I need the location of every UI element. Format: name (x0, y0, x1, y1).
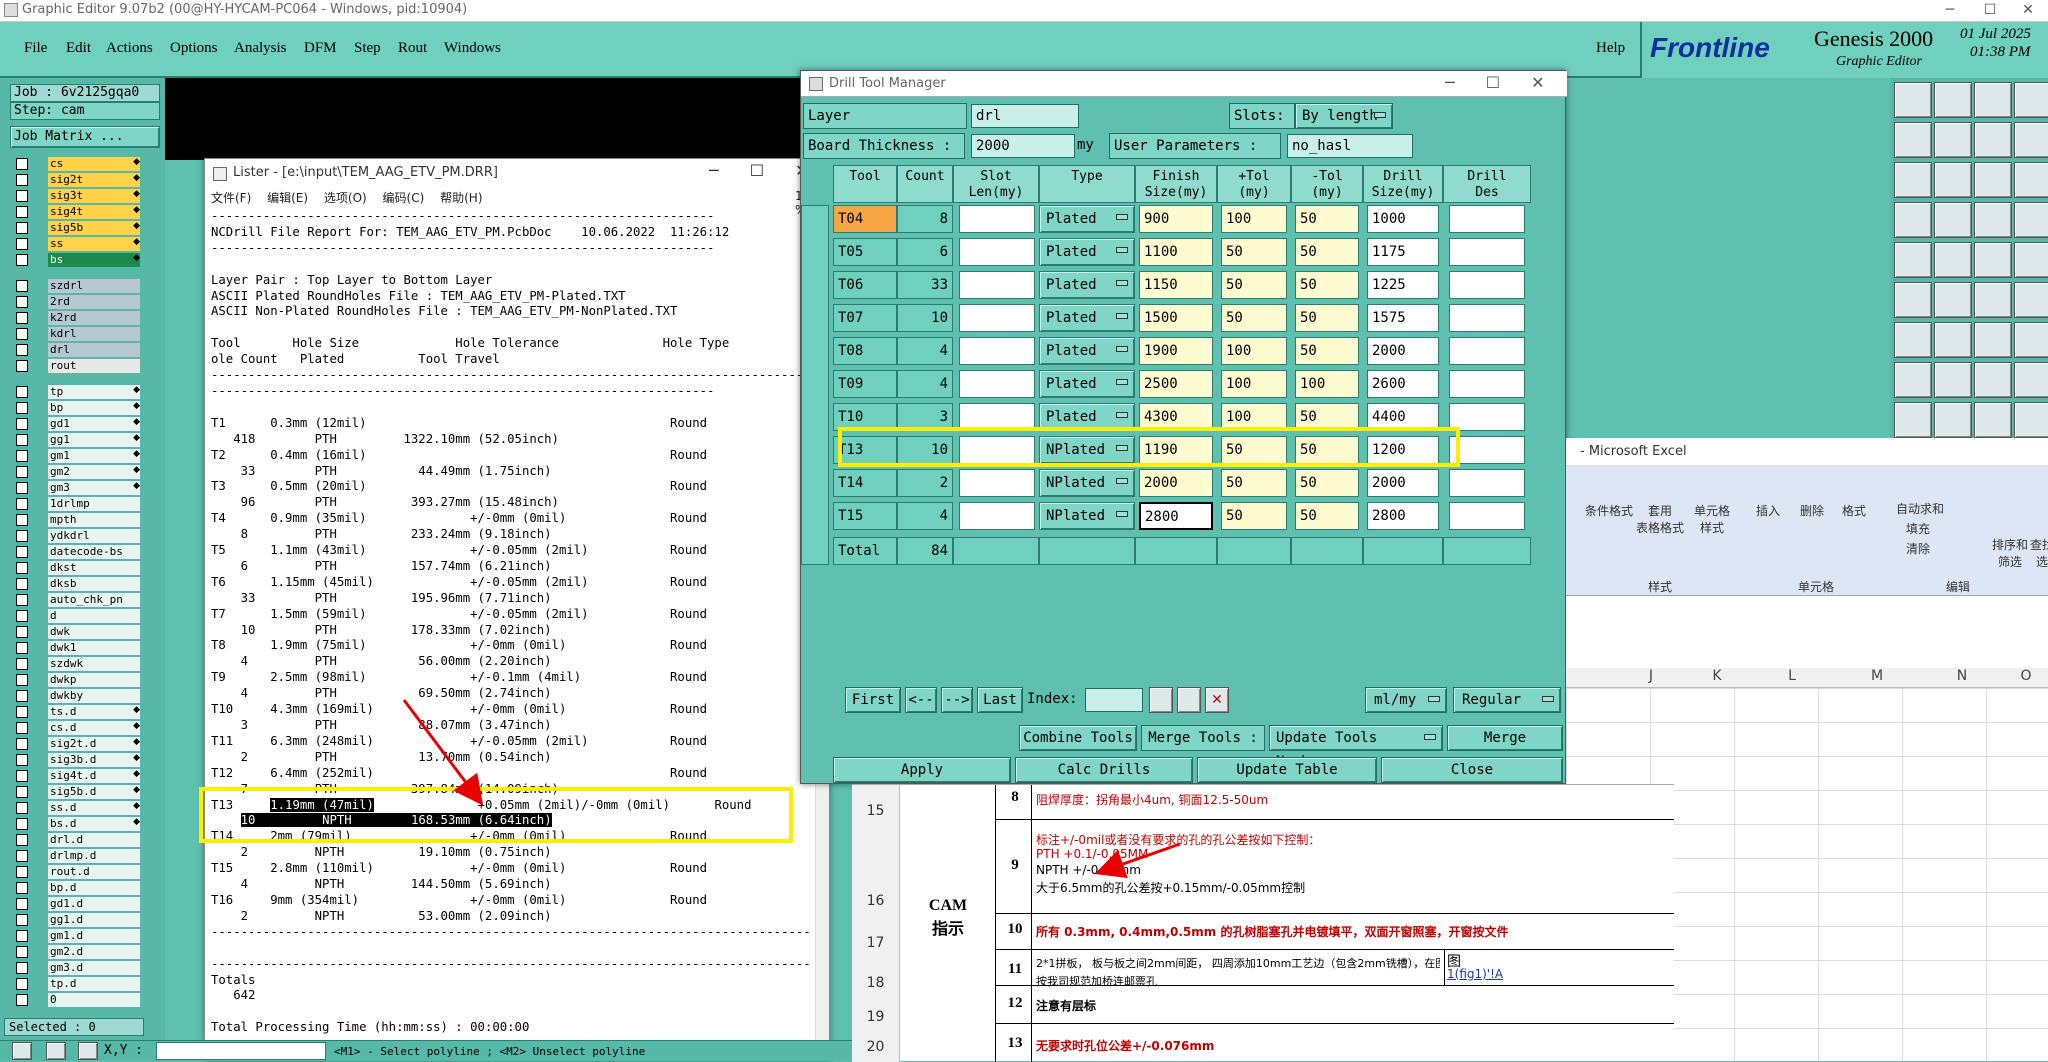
annotation-arrows (402, 699, 1181, 879)
arrow-lister (402, 699, 484, 806)
arrow-sheet (1094, 842, 1181, 879)
